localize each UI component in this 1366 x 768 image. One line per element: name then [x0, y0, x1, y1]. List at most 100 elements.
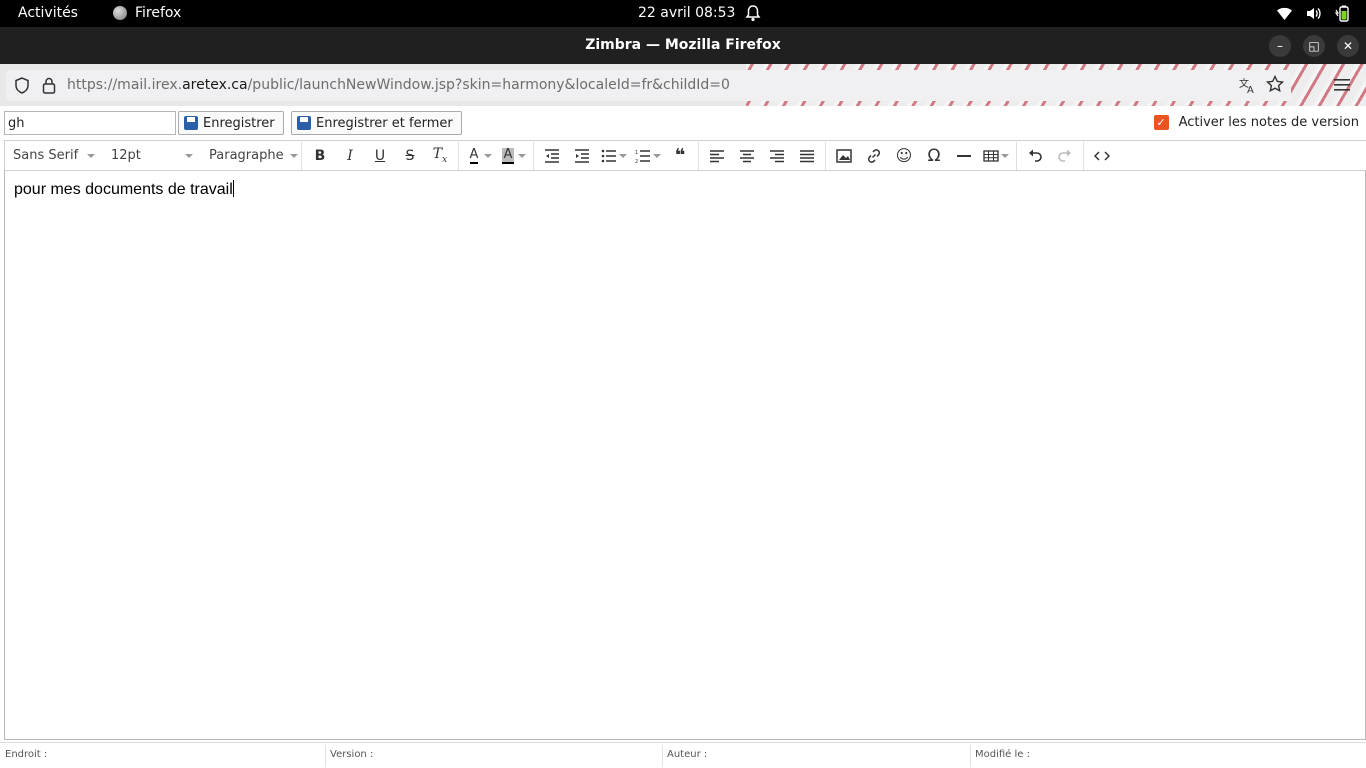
clock[interactable]: 22 avril 08:53: [638, 5, 735, 21]
bullet-list-button[interactable]: [597, 142, 621, 170]
underline-button[interactable]: U: [365, 142, 395, 170]
blockquote-button[interactable]: ❝: [665, 142, 695, 170]
numbered-list-icon: 12: [635, 150, 650, 164]
chevron-down-icon[interactable]: [484, 153, 492, 158]
chevron-down-icon: [289, 153, 298, 158]
indent-icon: [575, 148, 589, 163]
window-title: Zimbra — Mozilla Firefox: [585, 37, 781, 53]
insert-table-button[interactable]: [979, 142, 1003, 170]
version-notes-label: Activer les notes de version: [1178, 115, 1359, 130]
font-size-select[interactable]: 12pt: [103, 142, 201, 170]
url-prefix: https://mail.irex.: [67, 77, 183, 93]
editor-paragraph: pour mes documents de travail: [14, 181, 233, 198]
chevron-down-icon: [185, 153, 193, 158]
source-code-button[interactable]: [1087, 142, 1117, 170]
window-title-bar: Zimbra — Mozilla Firefox – ◱ ✕: [0, 27, 1366, 64]
chevron-down-icon[interactable]: [653, 153, 661, 158]
svg-text:2: 2: [635, 159, 638, 164]
close-icon: ✕: [1342, 39, 1354, 53]
document-info-bar: Endroit : Version : Auteur : Modifié le …: [0, 742, 1366, 768]
document-name-input[interactable]: [4, 111, 176, 135]
hamburger-menu-icon[interactable]: [1334, 77, 1350, 91]
block-format-select[interactable]: Paragraphe: [201, 142, 301, 170]
bold-button[interactable]: B: [305, 142, 335, 170]
block-format-value: Paragraphe: [209, 148, 284, 163]
undo-icon: [1029, 149, 1042, 162]
svg-text:A: A: [1247, 85, 1254, 94]
font-family-select[interactable]: Sans Serif: [5, 142, 103, 170]
system-tray[interactable]: [1276, 5, 1351, 22]
wifi-icon: [1276, 5, 1293, 22]
translate-icon[interactable]: 文A: [1239, 76, 1257, 96]
undo-button[interactable]: [1020, 142, 1050, 170]
italic-button[interactable]: I: [335, 142, 365, 170]
save-and-close-button[interactable]: Enregistrer et fermer: [291, 111, 462, 135]
justify-icon: [800, 149, 814, 162]
document-toolbar: Enregistrer Enregistrer et fermer ✓ Acti…: [0, 106, 1366, 140]
insert-image-button[interactable]: [829, 142, 859, 170]
strikethrough-button[interactable]: S: [395, 142, 425, 170]
special-character-button[interactable]: Ω: [919, 142, 949, 170]
minimize-button[interactable]: –: [1269, 35, 1291, 57]
divider: [662, 745, 663, 767]
modified-label: Modifié le :: [975, 749, 1030, 760]
chevron-down-icon[interactable]: [1001, 153, 1009, 158]
bullet-list-icon: [601, 149, 616, 162]
save-icon: [297, 116, 311, 130]
text-color-button[interactable]: A: [462, 142, 486, 170]
insert-link-button[interactable]: [859, 142, 889, 170]
editor-content[interactable]: pour mes documents de travail: [14, 180, 234, 199]
numbered-list-button[interactable]: 12: [631, 142, 655, 170]
background-color-button[interactable]: A: [496, 142, 520, 170]
text-style-group: B I U S Tx: [301, 141, 458, 170]
redo-button[interactable]: [1050, 142, 1080, 170]
outdent-button[interactable]: [537, 142, 567, 170]
italic-icon: I: [347, 147, 353, 164]
align-left-button[interactable]: [702, 142, 732, 170]
chevron-down-icon[interactable]: [518, 153, 526, 158]
tracking-protection-shield-icon[interactable]: [14, 77, 30, 94]
background-color-icon: A: [501, 146, 515, 164]
align-center-button[interactable]: [732, 142, 762, 170]
battery-icon: [1334, 5, 1351, 22]
underline-icon: U: [374, 147, 386, 164]
justify-button[interactable]: [792, 142, 822, 170]
image-icon: [836, 148, 852, 163]
rich-text-editor[interactable]: pour mes documents de travail: [4, 170, 1366, 740]
url-bar[interactable]: https://mail.irex.aretex.ca/public/launc…: [6, 70, 1291, 101]
url-domain: aretex.ca: [182, 77, 248, 93]
align-left-icon: [710, 149, 724, 162]
align-right-button[interactable]: [762, 142, 792, 170]
app-menu-button[interactable]: Firefox: [113, 5, 181, 21]
outdent-icon: [545, 148, 559, 163]
table-icon: [983, 149, 999, 162]
horizontal-rule-icon: [957, 154, 971, 157]
bold-icon: B: [314, 147, 326, 164]
location-label: Endroit :: [5, 749, 48, 760]
url-text[interactable]: https://mail.irex.aretex.ca/public/launc…: [67, 77, 730, 93]
save-icon: [184, 116, 198, 130]
lock-icon[interactable]: [42, 77, 56, 94]
indent-button[interactable]: [567, 142, 597, 170]
url-suffix: /public/launchNewWindow.jsp?skin=harmony…: [247, 77, 730, 93]
app-name: Firefox: [135, 5, 182, 21]
clear-formatting-button[interactable]: Tx: [425, 142, 455, 170]
divider: [970, 745, 971, 767]
maximize-button[interactable]: ◱: [1303, 35, 1325, 57]
chevron-down-icon[interactable]: [619, 153, 627, 158]
horizontal-rule-button[interactable]: [949, 142, 979, 170]
bookmark-star-icon[interactable]: [1265, 74, 1285, 93]
save-button[interactable]: Enregistrer: [178, 111, 284, 135]
version-notes-toggle[interactable]: ✓ Activer les notes de version: [1153, 115, 1359, 130]
save-button-label: Enregistrer: [203, 115, 275, 131]
link-icon: [867, 148, 881, 163]
version-notes-checkbox[interactable]: ✓: [1153, 115, 1169, 130]
insert-emoticon-button[interactable]: ☺: [889, 142, 919, 170]
align-center-icon: [740, 149, 754, 162]
activities-button[interactable]: Activités: [18, 5, 78, 21]
code-icon: [1094, 150, 1110, 161]
notification-bell-icon[interactable]: [745, 4, 761, 22]
close-window-button[interactable]: ✕: [1337, 35, 1359, 57]
list-group: 12 ❝: [533, 141, 698, 170]
strikethrough-icon: S: [405, 147, 415, 164]
